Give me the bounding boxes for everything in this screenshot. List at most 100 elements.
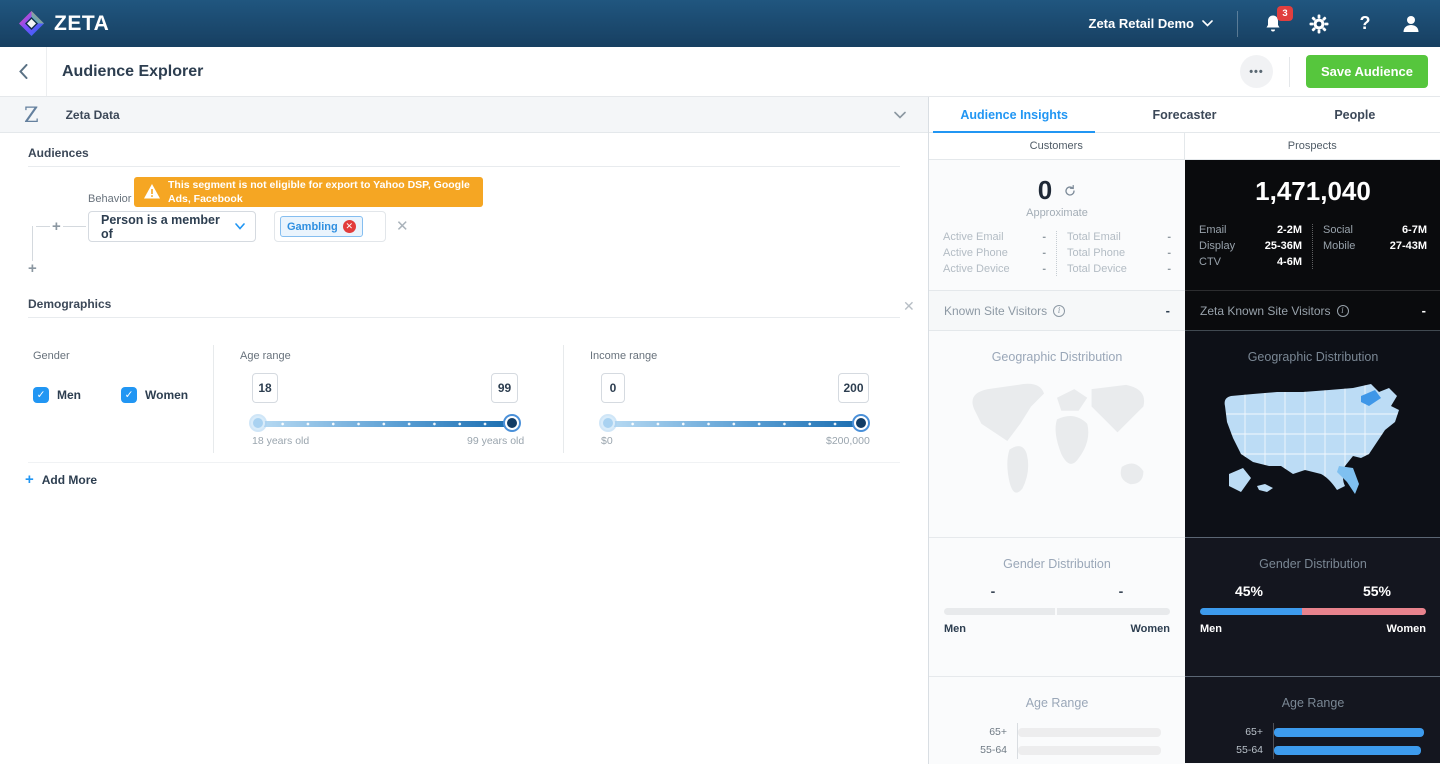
income-slider-max-handle[interactable] bbox=[854, 416, 868, 430]
zeta-known-site-visitors-value: - bbox=[1422, 303, 1426, 318]
prospects-men-label: Men bbox=[1200, 623, 1222, 635]
gear-icon bbox=[1309, 14, 1329, 34]
customers-metrics-section: 0 Approximate Active Email- Active Phone… bbox=[929, 160, 1185, 290]
column-headers: Customers Prospects bbox=[929, 133, 1440, 160]
age-range-slider[interactable] bbox=[258, 421, 512, 427]
back-button[interactable] bbox=[0, 47, 47, 96]
tab-people[interactable]: People bbox=[1270, 97, 1440, 132]
refresh-icon[interactable] bbox=[1064, 185, 1076, 197]
gender-label: Gender bbox=[33, 350, 70, 362]
income-min-caption: $0 bbox=[601, 435, 613, 447]
prospects-count: 1,471,040 bbox=[1185, 160, 1440, 207]
prospects-geo-section: Geographic Distribution bbox=[1185, 331, 1440, 537]
prospects-gender-title: Gender Distribution bbox=[1185, 538, 1440, 571]
remove-demographics-button[interactable]: ✕ bbox=[903, 298, 915, 315]
customers-men-value: - bbox=[991, 583, 996, 599]
customers-age-title: Age Range bbox=[929, 677, 1185, 710]
age-slider-min-handle[interactable] bbox=[251, 416, 265, 430]
women-label: Women bbox=[145, 388, 188, 402]
metric-row: Total Phone- bbox=[1067, 247, 1171, 260]
chevron-down-icon bbox=[1202, 20, 1213, 27]
gender-women-option[interactable]: ✓ Women bbox=[121, 387, 188, 403]
metric-row: Active Email- bbox=[943, 231, 1046, 244]
prospects-women-value: 55% bbox=[1363, 583, 1391, 599]
income-max-input[interactable]: 200 bbox=[838, 373, 869, 403]
prospects-column: 1,471,040 Email2-2M Display25-36M CTV4-6… bbox=[1185, 160, 1440, 764]
chevron-down-icon bbox=[235, 223, 245, 230]
income-range-label: Income range bbox=[590, 350, 657, 362]
prospects-men-value: 45% bbox=[1235, 583, 1263, 599]
collapse-chevron-icon[interactable] bbox=[894, 106, 906, 124]
brand-name: ZETA bbox=[54, 12, 109, 36]
age-row: 55-64 bbox=[929, 741, 1185, 759]
tab-forecaster[interactable]: Forecaster bbox=[1099, 97, 1269, 132]
income-slider-min-handle[interactable] bbox=[601, 416, 615, 430]
income-range-slider[interactable] bbox=[608, 421, 861, 427]
age-row: 65+ bbox=[929, 723, 1185, 741]
segment-tag-label: Gambling bbox=[287, 221, 338, 233]
known-site-visitors-value: - bbox=[1166, 303, 1170, 318]
customers-geo-section: Geographic Distribution bbox=[929, 331, 1185, 537]
age-min-caption: 18 years old bbox=[252, 435, 309, 447]
behavior-label: Behavior bbox=[88, 193, 131, 205]
workspace-selector[interactable]: Zeta Retail Demo bbox=[1089, 16, 1213, 31]
save-audience-button[interactable]: Save Audience bbox=[1306, 55, 1428, 88]
user-icon bbox=[1402, 14, 1420, 33]
export-warning-banner: This segment is not eligible for export … bbox=[134, 177, 483, 207]
column-divider bbox=[563, 345, 564, 453]
remove-tag-icon[interactable]: ✕ bbox=[343, 220, 356, 233]
customers-gender-section: Gender Distribution - - Men Women bbox=[929, 537, 1185, 676]
account-button[interactable] bbox=[1400, 13, 1422, 35]
workspace-name: Zeta Retail Demo bbox=[1089, 16, 1194, 31]
known-site-visitors-row: Known Site Visitors i - bbox=[929, 290, 1185, 331]
age-min-input[interactable]: 18 bbox=[252, 373, 278, 403]
warning-icon bbox=[143, 183, 161, 200]
tab-audience-insights[interactable]: Audience Insights bbox=[929, 97, 1099, 132]
metric-row: Email2-2M bbox=[1199, 224, 1302, 237]
prospects-metrics-section: 1,471,040 Email2-2M Display25-36M CTV4-6… bbox=[1185, 160, 1440, 290]
world-map bbox=[949, 376, 1165, 506]
metric-row: Active Phone- bbox=[943, 247, 1046, 260]
zeta-logo-icon bbox=[18, 10, 45, 37]
settings-button[interactable] bbox=[1308, 13, 1330, 35]
customers-count: 0 bbox=[1038, 175, 1052, 206]
customers-age-section: Age Range 65+ 55-64 bbox=[929, 676, 1185, 763]
gender-men-option[interactable]: ✓ Men bbox=[33, 387, 81, 403]
customers-column-header: Customers bbox=[929, 133, 1185, 159]
age-slider-max-handle[interactable] bbox=[505, 416, 519, 430]
tree-connector bbox=[32, 226, 33, 262]
segment-tag[interactable]: Gambling ✕ bbox=[280, 216, 363, 237]
income-min-input[interactable]: 0 bbox=[601, 373, 625, 403]
header-divider bbox=[1289, 57, 1290, 87]
warning-text: This segment is not eligible for export … bbox=[168, 178, 475, 206]
behavior-operator-select[interactable]: Person is a member of bbox=[88, 211, 256, 242]
age-max-input[interactable]: 99 bbox=[491, 373, 518, 403]
add-group-button[interactable]: + bbox=[26, 261, 39, 276]
add-more-button[interactable]: + Add More bbox=[25, 471, 97, 488]
men-checkbox[interactable]: ✓ bbox=[33, 387, 49, 403]
customers-men-label: Men bbox=[944, 623, 966, 635]
usa-map bbox=[1213, 376, 1413, 504]
remove-condition-button[interactable]: ✕ bbox=[396, 217, 409, 235]
info-icon[interactable]: i bbox=[1053, 305, 1065, 317]
operator-value: Person is a member of bbox=[101, 213, 235, 241]
prospects-geo-title: Geographic Distribution bbox=[1185, 331, 1440, 364]
zeta-data-header[interactable]: Z Zeta Data bbox=[0, 97, 928, 133]
insights-tabs: Audience Insights Forecaster People bbox=[929, 97, 1440, 133]
notifications-button[interactable]: 3 bbox=[1262, 13, 1284, 35]
segment-tag-input[interactable]: Gambling ✕ bbox=[274, 211, 386, 242]
section-divider bbox=[28, 462, 900, 463]
zeta-data-label: Zeta Data bbox=[66, 108, 120, 122]
known-site-visitors-label: Known Site Visitors bbox=[944, 304, 1047, 318]
metric-row: Active Device- bbox=[943, 263, 1046, 276]
prospects-gender-section: Gender Distribution 45% 55% Men Women bbox=[1185, 537, 1440, 676]
info-icon[interactable]: i bbox=[1337, 305, 1349, 317]
nav-divider bbox=[1237, 11, 1238, 37]
more-options-button[interactable]: ••• bbox=[1240, 55, 1273, 88]
age-range-label: Age range bbox=[240, 350, 291, 362]
zeta-known-site-visitors-label: Zeta Known Site Visitors bbox=[1200, 304, 1331, 318]
help-button[interactable]: ? bbox=[1354, 13, 1376, 35]
age-row: 55-64 bbox=[1185, 741, 1440, 759]
women-checkbox[interactable]: ✓ bbox=[121, 387, 137, 403]
add-condition-button[interactable]: + bbox=[50, 219, 63, 234]
